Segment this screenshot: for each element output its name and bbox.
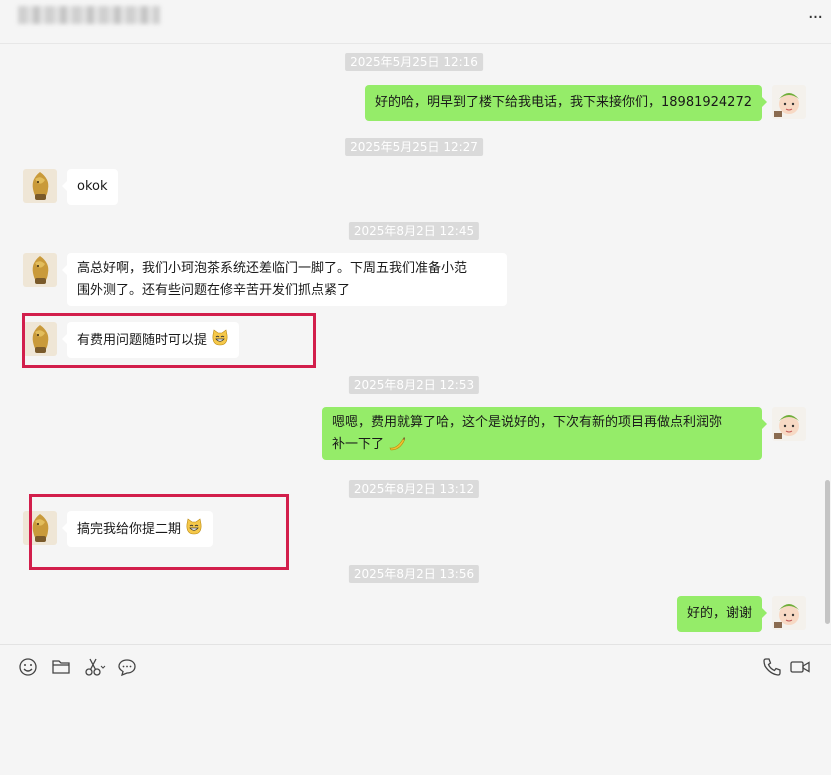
- scrollbar-thumb[interactable]: [825, 480, 830, 624]
- message-text-line: 嗯嗯，费用就算了哈，这个是说好的，下次有新的项目再做点利润弥: [332, 415, 723, 430]
- message-text-line: 高总好啊，我们小珂泡茶系统还差临门一脚了。下周五我们准备小范: [77, 261, 468, 276]
- banana-emoji: [388, 435, 406, 459]
- chat-bubble-icon[interactable]: [117, 657, 137, 677]
- emoji-icon[interactable]: [18, 657, 38, 677]
- message-text: 好的哈，明早到了楼下给我电话，我下来接你们，18981924272: [375, 95, 752, 110]
- blurred-contact-name: [18, 6, 160, 24]
- timestamp: 2025年8月2日 13:12: [348, 480, 480, 498]
- timestamp: 2025年8月2日 12:45: [348, 222, 480, 240]
- message-text-line: 围外测了。还有些问题在修辛苦开发们抓点紧了: [77, 283, 351, 298]
- video-call-icon[interactable]: [789, 657, 810, 677]
- scissors-icon[interactable]: [84, 657, 106, 677]
- folder-icon[interactable]: [51, 657, 71, 677]
- message-text-line: 补一下了: [332, 437, 385, 452]
- timestamp: 2025年5月25日 12:16: [345, 53, 483, 71]
- timestamp: 2025年5月25日 12:27: [345, 138, 483, 156]
- self-avatar[interactable]: [772, 85, 806, 119]
- timestamp: 2025年8月2日 12:53: [348, 376, 480, 394]
- contact-avatar[interactable]: [23, 253, 57, 287]
- timestamp: 2025年8月2日 13:56: [348, 565, 480, 583]
- self-avatar[interactable]: [772, 407, 806, 441]
- message-bubble-outgoing[interactable]: 好的哈，明早到了楼下给我电话，我下来接你们，18981924272: [365, 85, 767, 121]
- contact-avatar[interactable]: [23, 169, 57, 203]
- self-avatar[interactable]: [772, 596, 806, 630]
- message-text: 好的，谢谢: [686, 606, 752, 621]
- highlight-annotation-box: [22, 313, 316, 368]
- chat-title-bar: ···: [0, 0, 831, 44]
- message-bubble-incoming[interactable]: 高总好啊，我们小珂泡茶系统还差临门一脚了。下周五我们准备小范 围外测了。还有些问…: [62, 253, 507, 306]
- message-bubble-outgoing[interactable]: 好的，谢谢: [676, 596, 768, 632]
- message-text: okok: [77, 179, 108, 194]
- message-bubble-incoming[interactable]: okok: [62, 169, 118, 205]
- more-dots-icon[interactable]: ···: [803, 9, 827, 27]
- message-input-area[interactable]: [0, 644, 831, 775]
- message-list[interactable]: 2025年5月25日 12:16 好的哈，明早到了楼下给我电话，我下来接你们，1…: [0, 44, 831, 644]
- highlight-annotation-box: [29, 494, 289, 570]
- message-bubble-outgoing[interactable]: 嗯嗯，费用就算了哈，这个是说好的，下次有新的项目再做点利润弥 补一下了: [322, 407, 767, 460]
- phone-icon[interactable]: [762, 657, 782, 677]
